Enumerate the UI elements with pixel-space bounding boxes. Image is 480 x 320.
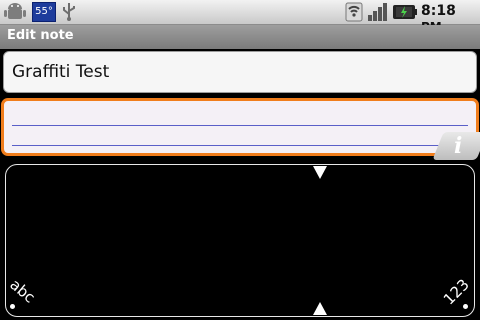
- signal-icon: [368, 3, 387, 21]
- title-bar: Edit note: [0, 25, 480, 49]
- page-title: Edit note: [7, 28, 74, 43]
- ruled-line: [12, 125, 468, 126]
- note-title-text: Graffiti Test: [12, 62, 110, 82]
- android-icon: [4, 3, 26, 19]
- pad-divider-top-arrow-icon: [313, 166, 327, 179]
- note-body-input[interactable]: [1, 98, 479, 156]
- weather-icon: 55°: [32, 2, 56, 22]
- note-title-input[interactable]: Graffiti Test: [3, 51, 477, 93]
- info-icon[interactable]: i: [454, 133, 462, 159]
- wifi-icon: [345, 2, 363, 22]
- numbers-mode-dot-icon: [463, 304, 468, 309]
- battery-icon: [393, 5, 417, 19]
- graffiti-input-pad[interactable]: [5, 164, 475, 317]
- status-bar: 55° 8:18 PM: [0, 0, 480, 34]
- letters-mode-dot-icon: [10, 304, 15, 309]
- pad-divider-bottom-arrow-icon: [313, 302, 327, 315]
- ruled-line: [12, 145, 468, 146]
- usb-icon: [63, 3, 75, 21]
